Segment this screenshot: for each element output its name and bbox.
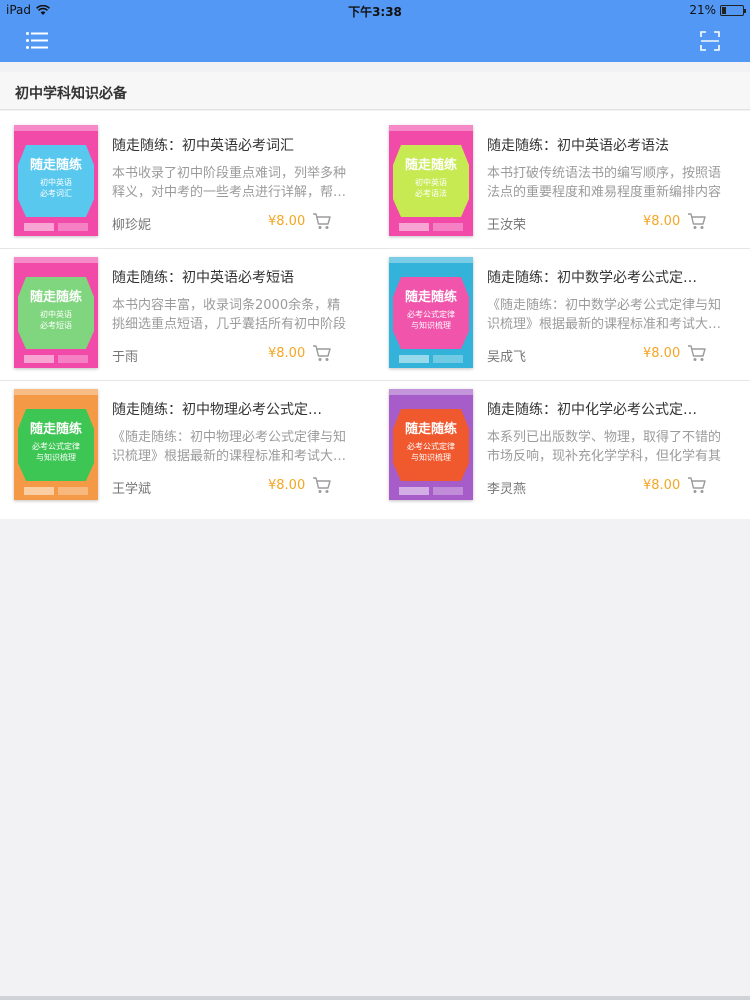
book-item[interactable]: 随走随练 初中英语 必考短语 随走随练：初中英语必考短语 本书内容丰富，收录词条2000… bbox=[0, 243, 375, 375]
cover-subtitle: 必考公式定律 bbox=[32, 441, 80, 451]
cover-subtitle: 与知识梳理 bbox=[411, 452, 451, 462]
book-title[interactable]: 随走随练：初中数学必考公式定律与知识梳理 bbox=[487, 267, 709, 287]
battery-icon bbox=[720, 4, 746, 16]
book-description: 本系列已出版数学、物理，取得了不错的市场反响，现补充化学学科，但化学有其 bbox=[487, 430, 722, 464]
book-price: ¥8.00 bbox=[268, 346, 306, 361]
book-description: 《随走随练：初中物理必考公式定律与知识梳理》根据最新的课程标准和考试大纲编写 bbox=[112, 430, 347, 464]
status-time: 下午3:38 bbox=[348, 5, 402, 19]
book-description: 本书打破传统语法书的编写顺序，按照语法点的重要程度和难易程度重新编排内容 bbox=[487, 166, 722, 200]
book-description: 本书内容丰富，收录词条2000余条，精挑细选重点短语，几乎囊括所有初中阶段 bbox=[112, 298, 347, 332]
cart-icon[interactable] bbox=[312, 476, 332, 494]
book-author: 于雨 bbox=[112, 350, 139, 365]
book-description: 《随走随练：初中数学必考公式定律与知识梳理》根据最新的课程标准和考试大纲编写 bbox=[487, 298, 722, 332]
cart-icon[interactable] bbox=[312, 212, 332, 230]
book-author: 王汝荣 bbox=[487, 218, 527, 233]
book-cover[interactable]: 随走随练初中英语 必考短语 bbox=[14, 257, 98, 368]
book-author: 王学斌 bbox=[112, 482, 152, 497]
book-title[interactable]: 随走随练：初中化学必考公式定律与知识梳理 bbox=[487, 399, 709, 419]
cover-subtitle: 初中英语 bbox=[40, 177, 72, 187]
cover-subtitle: 必考公式定律 bbox=[407, 441, 455, 451]
book-item[interactable]: 随走随练 初中英语 必考语法 随走随练：初中英语必考语法 本书打破传统语法书的编写顺序，… bbox=[375, 111, 750, 243]
book-title[interactable]: 随走随练：初中英语必考短语 bbox=[112, 267, 334, 287]
cart-icon[interactable] bbox=[687, 344, 707, 362]
book-item[interactable]: 随走随练必考公式定律与知识梳理随走随练：初中化学必考公式定律与知识梳理本系列已出… bbox=[375, 375, 750, 507]
cover-banner: 随走随练 bbox=[405, 289, 457, 305]
book-item[interactable]: 随走随练必考公式定律与知识梳理随走随练：初中数学必考公式定律与知识梳理《随走随练… bbox=[375, 243, 750, 375]
cover-subtitle: 初中英语 bbox=[40, 309, 72, 319]
bottom-divider bbox=[0, 996, 750, 1000]
book-cover[interactable]: 随走随练必考公式定律 与知识梳理 bbox=[389, 389, 473, 500]
battery-percent: 21% bbox=[689, 3, 716, 17]
book-grid: 随走随练 初中英语 必考词汇 随走随练：初中英语必考词汇 本书收录了初中阶段重点难词，列… bbox=[0, 111, 750, 519]
section-title: 初中学科知识必备 bbox=[15, 86, 127, 102]
cart-icon[interactable] bbox=[687, 212, 707, 230]
status-right: 21% bbox=[689, 3, 746, 17]
cart-icon[interactable] bbox=[687, 476, 707, 494]
book-item[interactable]: 随走随练 初中英语 必考词汇 随走随练：初中英语必考词汇 本书收录了初中阶段重点难词，列… bbox=[0, 111, 375, 243]
menu-icon[interactable] bbox=[26, 32, 48, 49]
cover-subtitle: 必考公式定律 bbox=[407, 309, 455, 319]
book-price: ¥8.00 bbox=[643, 214, 681, 229]
cover-banner: 随走随练 bbox=[30, 157, 82, 173]
cover-banner: 随走随练 bbox=[405, 157, 457, 173]
cart-icon[interactable] bbox=[312, 344, 332, 362]
book-author: 李灵燕 bbox=[487, 482, 527, 497]
cover-subtitle: 必考短语 bbox=[40, 320, 72, 330]
book-title[interactable]: 随走随练：初中英语必考词汇 bbox=[112, 135, 334, 155]
cover-banner: 随走随练 bbox=[30, 421, 82, 437]
book-cover[interactable]: 随走随练必考公式定律 与知识梳理 bbox=[389, 257, 473, 368]
book-price: ¥8.00 bbox=[268, 478, 306, 493]
cover-subtitle: 必考词汇 bbox=[40, 188, 72, 198]
cover-banner: 随走随练 bbox=[30, 289, 82, 305]
cover-subtitle: 必考语法 bbox=[415, 188, 447, 198]
book-cover[interactable]: 随走随练初中英语 必考语法 bbox=[389, 125, 473, 236]
book-author: 吴成飞 bbox=[487, 350, 527, 365]
section-header: 初中学科知识必备 bbox=[0, 72, 750, 110]
book-title[interactable]: 随走随练：初中物理必考公式定律与知识梳理 bbox=[112, 399, 334, 419]
battery-fill bbox=[722, 6, 726, 14]
cover-subtitle: 初中英语 bbox=[415, 177, 447, 187]
cover-subtitle: 与知识梳理 bbox=[411, 320, 451, 330]
scan-icon[interactable] bbox=[700, 31, 720, 51]
cover-banner: 随走随练 bbox=[405, 421, 457, 437]
book-title[interactable]: 随走随练：初中英语必考语法 bbox=[487, 135, 709, 155]
book-author: 柳珍妮 bbox=[112, 218, 152, 233]
book-item[interactable]: 随走随练必考公式定律与知识梳理随走随练：初中物理必考公式定律与知识梳理《随走随练… bbox=[0, 375, 375, 507]
book-cover[interactable]: 随走随练初中英语 必考词汇 bbox=[14, 125, 98, 236]
status-bar: iPad 下午3:38 21% bbox=[0, 0, 750, 20]
book-price: ¥8.00 bbox=[643, 478, 681, 493]
cover-subtitle: 与知识梳理 bbox=[36, 452, 76, 462]
book-price: ¥8.00 bbox=[268, 214, 306, 229]
book-description: 本书收录了初中阶段重点难词，列举多种释义，对中考的一些考点进行详解，帮助学生 bbox=[112, 166, 347, 200]
book-price: ¥8.00 bbox=[643, 346, 681, 361]
book-cover[interactable]: 随走随练必考公式定律 与知识梳理 bbox=[14, 389, 98, 500]
nav-bar bbox=[0, 20, 750, 62]
